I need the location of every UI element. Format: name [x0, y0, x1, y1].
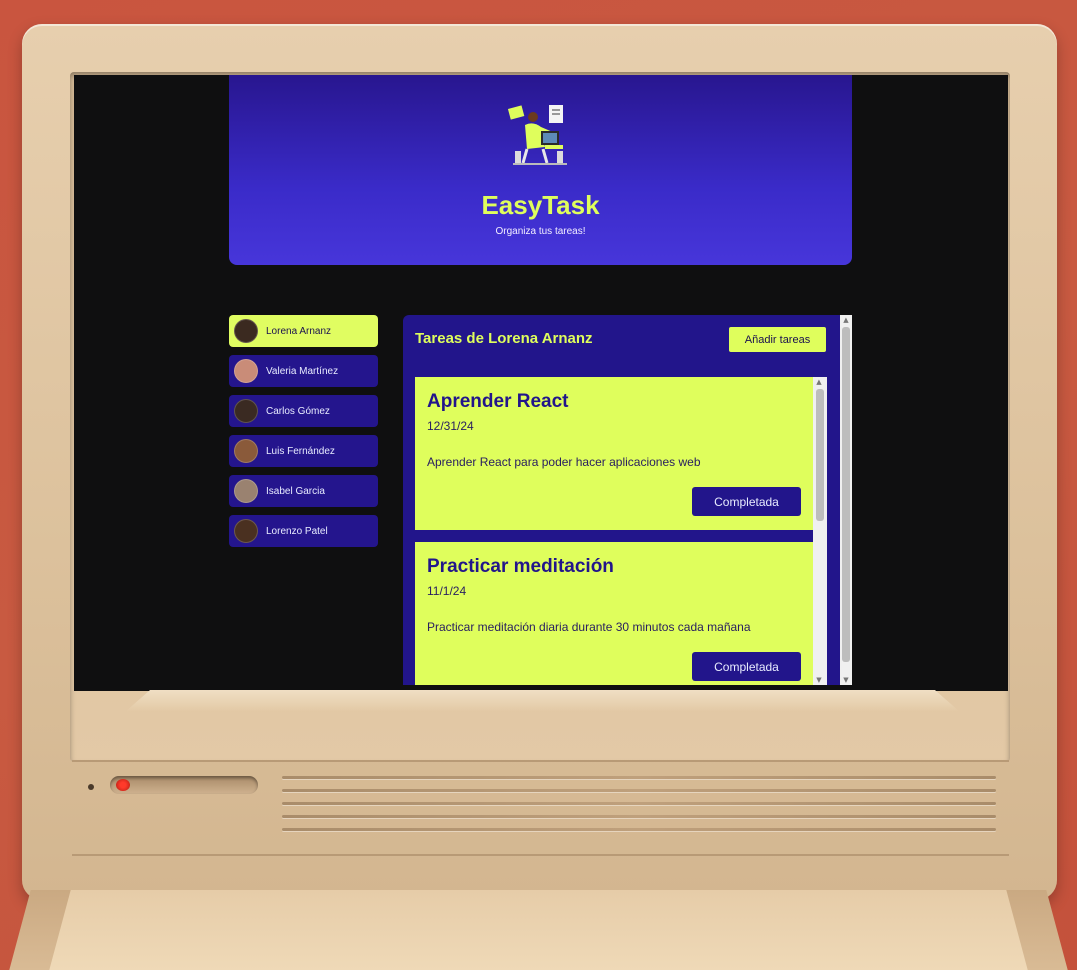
app-header: EasyTask Organiza tus tareas!	[229, 75, 852, 265]
scroll-up-icon[interactable]: ▲	[813, 377, 825, 387]
task-title: Aprender React	[427, 391, 569, 412]
scrollbar-thumb[interactable]	[842, 327, 850, 662]
task-list-scrollbar[interactable]: ▲ ▼	[813, 377, 827, 685]
vent-line	[282, 815, 996, 818]
vent-line	[282, 776, 996, 779]
vent-line	[282, 828, 996, 831]
bezel-lip	[125, 690, 960, 712]
disk-slot	[110, 776, 258, 794]
avatar	[234, 399, 258, 423]
user-item-carlos-gomez[interactable]: Carlos Gómez	[229, 395, 378, 427]
power-led-icon	[116, 779, 130, 791]
tasks-title: Tareas de Lorena Arnanz	[415, 330, 593, 347]
logo-illustration-icon	[507, 105, 567, 165]
avatar	[234, 439, 258, 463]
task-card: Practicar meditación 11/1/24 Practicar m…	[415, 542, 813, 685]
task-date: 12/31/24	[427, 419, 474, 433]
task-description: Practicar meditación diaria durante 30 m…	[427, 620, 751, 634]
task-card: Aprender React 12/31/24 Aprender React p…	[415, 377, 813, 530]
scroll-down-icon[interactable]: ▼	[813, 675, 825, 685]
avatar	[234, 319, 258, 343]
scrollbar-thumb[interactable]	[816, 389, 824, 521]
vent-line	[282, 802, 996, 805]
avatar	[234, 359, 258, 383]
user-list: Lorena Arnanz Valeria Martínez Carlos Gó…	[229, 315, 378, 555]
complete-task-button[interactable]: Completada	[692, 652, 801, 681]
task-title: Practicar meditación	[427, 556, 614, 577]
user-item-lorenzo-patel[interactable]: Lorenzo Patel	[229, 515, 378, 547]
app-title: EasyTask	[481, 190, 600, 220]
scroll-up-icon[interactable]: ▲	[840, 315, 852, 325]
vent-grille	[282, 776, 996, 840]
add-tasks-button[interactable]: Añadir tareas	[729, 327, 826, 352]
panel-scrollbar[interactable]: ▲ ▼	[840, 315, 852, 685]
indicator-dot	[88, 784, 94, 790]
vent-line	[282, 789, 996, 792]
user-name: Isabel Garcia	[266, 485, 325, 497]
screen: EasyTask Organiza tus tareas! Lorena Arn…	[74, 75, 1008, 691]
user-item-isabel-garcia[interactable]: Isabel Garcia	[229, 475, 378, 507]
monitor-stand	[40, 890, 1037, 970]
scroll-down-icon[interactable]: ▼	[840, 675, 852, 685]
tasks-panel: Tareas de Lorena Arnanz Añadir tareas Ap…	[403, 315, 852, 685]
avatar	[234, 479, 258, 503]
user-name: Carlos Gómez	[266, 405, 330, 417]
task-list[interactable]: Aprender React 12/31/24 Aprender React p…	[415, 377, 827, 685]
user-item-luis-fernandez[interactable]: Luis Fernández	[229, 435, 378, 467]
user-name: Valeria Martínez	[266, 365, 339, 377]
task-date: 11/1/24	[427, 584, 467, 598]
task-description: Aprender React para poder hacer aplicaci…	[427, 455, 701, 469]
app-subtitle: Organiza tus tareas!	[495, 226, 586, 237]
complete-task-button[interactable]: Completada	[692, 487, 801, 516]
user-name: Lorenzo Patel	[266, 525, 328, 537]
user-name: Lorena Arnanz	[266, 325, 332, 337]
user-item-valeria-martinez[interactable]: Valeria Martínez	[229, 355, 378, 387]
user-item-lorena-arnanz[interactable]: Lorena Arnanz	[229, 315, 378, 347]
avatar	[234, 519, 258, 543]
user-name: Luis Fernández	[266, 445, 335, 457]
